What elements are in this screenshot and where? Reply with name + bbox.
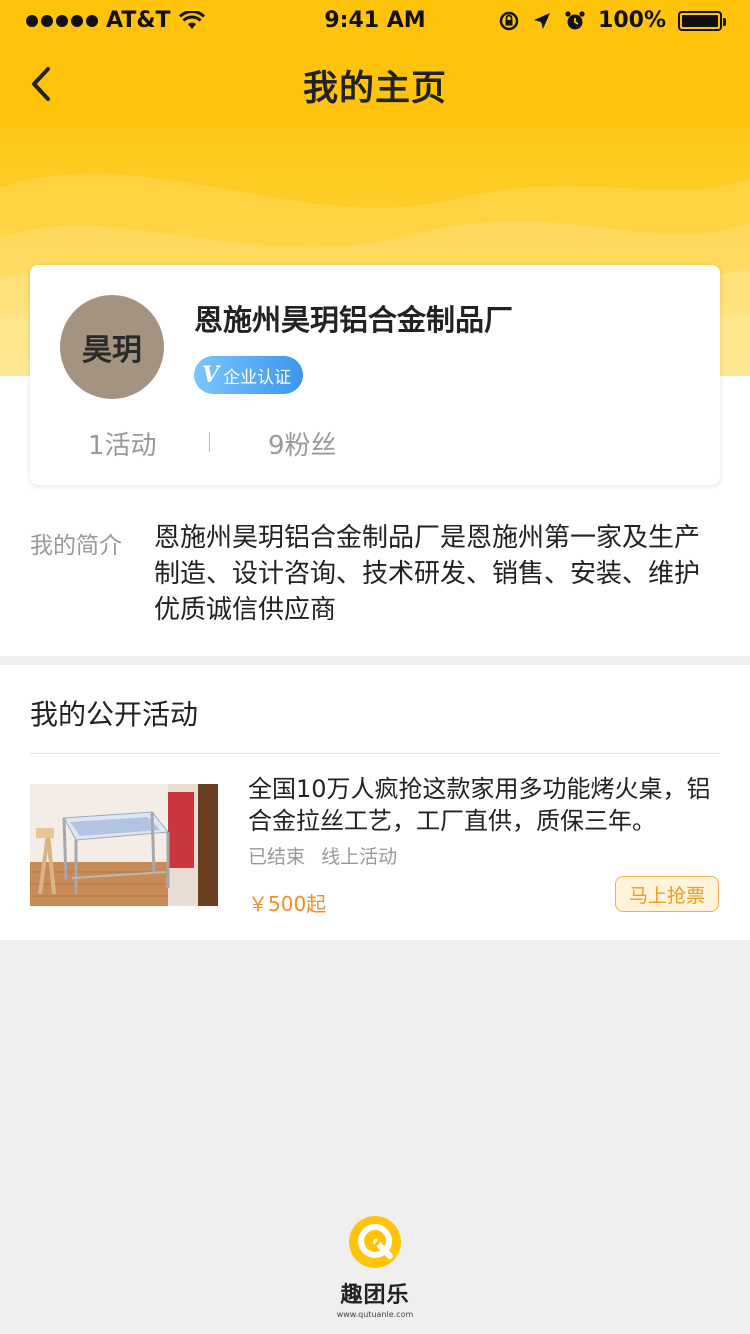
avatar[interactable]: 昊玥 xyxy=(60,295,164,399)
brand-logo-icon xyxy=(349,1216,401,1268)
location-icon xyxy=(534,12,551,29)
company-name: 恩施州昊玥铝合金制品厂 xyxy=(194,303,514,337)
activity-status: 已结束 xyxy=(248,846,306,868)
verified-badge: V 企业认证 xyxy=(194,356,304,394)
divider xyxy=(30,753,720,754)
verified-badge-label: 企业认证 xyxy=(223,367,292,388)
buy-ticket-button[interactable]: 马上抢票 xyxy=(615,876,719,912)
orientation-lock-icon xyxy=(499,11,519,30)
nav-bar: 我的主页 xyxy=(0,40,750,128)
verified-v-icon: V xyxy=(202,362,220,388)
activities-count[interactable]: 1活动 xyxy=(88,425,157,462)
product-image xyxy=(30,784,218,906)
activity-thumbnail[interactable] xyxy=(30,784,218,906)
battery-percent: 100% xyxy=(598,8,666,33)
profile-card: 昊玥 恩施州昊玥铝合金制品厂 V 企业认证 1活动 9粉丝 xyxy=(30,265,720,485)
public-activities-section: 我的公开活动 全国10万人疯抢这款家用多功能烤火桌，铝合金拉丝工艺，工厂直供，质… xyxy=(0,665,750,940)
activity-title[interactable]: 全国10万人疯抢这款家用多功能烤火桌，铝合金拉丝工艺，工厂直供，质保三年。 xyxy=(248,773,718,837)
fans-count[interactable]: 9粉丝 xyxy=(268,425,337,462)
battery-icon xyxy=(678,10,726,31)
activity-price: ￥500起 xyxy=(248,892,327,916)
page-title: 我的主页 xyxy=(302,69,447,109)
stat-divider xyxy=(209,432,210,452)
brand-name: 趣团乐 xyxy=(340,1283,410,1308)
status-bar: AT&T 9:41 AM 100% xyxy=(0,0,750,40)
activity-type: 线上活动 xyxy=(321,846,398,868)
status-right: 100% xyxy=(498,8,726,33)
brand-url: www.qutuanle.com xyxy=(336,1310,414,1319)
intro-label: 我的简介 xyxy=(30,533,122,559)
intro-text: 恩施州昊玥铝合金制品厂是恩施州第一家及生产制造、设计咨询、技术研发、销售、安装、… xyxy=(154,523,701,625)
alarm-icon xyxy=(565,10,585,29)
activity-meta: 已结束 线上活动 xyxy=(248,842,397,869)
section-title: 我的公开活动 xyxy=(30,698,199,731)
brand-footer: 趣团乐 www.qutuanle.com xyxy=(325,1215,425,1319)
